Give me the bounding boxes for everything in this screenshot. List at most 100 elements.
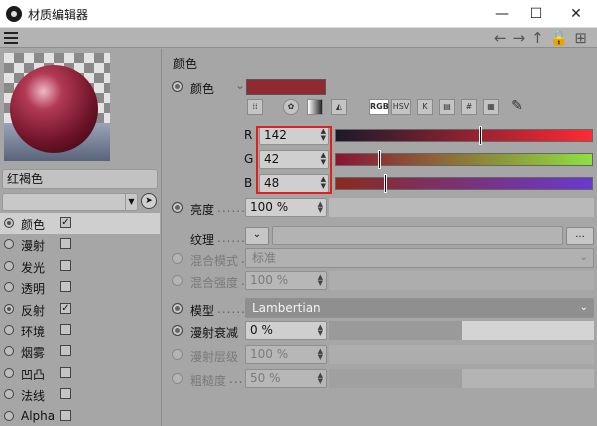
channel-item-fog[interactable]: 烟雾 bbox=[0, 341, 160, 362]
material-preview[interactable] bbox=[4, 53, 110, 161]
channel-item-normal[interactable]: 法线 bbox=[0, 384, 160, 405]
color-row: 颜色 ⌄ bbox=[163, 76, 597, 98]
animate-dot[interactable] bbox=[172, 325, 183, 336]
diffuse-level-field[interactable]: 100 % ▲ ▼ bbox=[245, 345, 327, 364]
channel-item-alpha[interactable]: Alpha bbox=[0, 406, 160, 426]
channel-checkbox[interactable] bbox=[60, 238, 71, 250]
model-dropdown[interactable]: Lambertian ⌄ bbox=[245, 298, 594, 318]
spin-arrows-icon[interactable]: ▲ ▼ bbox=[318, 324, 323, 337]
channel-label: 漫射 bbox=[21, 239, 46, 254]
radio-dot bbox=[4, 260, 14, 271]
radio-dot bbox=[4, 303, 14, 314]
animate-dot[interactable] bbox=[172, 202, 183, 213]
menu-icon[interactable] bbox=[4, 32, 18, 44]
color-swatch[interactable] bbox=[246, 79, 326, 95]
navigation-icons[interactable]: ←→↑🔒⊞ bbox=[494, 29, 593, 47]
radio-dot bbox=[4, 324, 14, 335]
g-label: G bbox=[244, 152, 254, 166]
close-button[interactable]: ✕ bbox=[566, 4, 586, 24]
roughness-slider[interactable] bbox=[329, 369, 594, 388]
channel-list: 颜色 ✓ 漫射 发光 透明 反射 ✓ 环境 烟雾 凹凸 法线 Alpha bbox=[0, 213, 160, 426]
radio-dot bbox=[4, 367, 14, 378]
texture-menu-button[interactable]: ⌄ bbox=[245, 227, 269, 245]
channel-checkbox[interactable]: ✓ bbox=[60, 302, 71, 314]
blend-mode-dropdown[interactable]: 标准 ⌄ bbox=[245, 248, 594, 268]
gradient-tool-icon[interactable] bbox=[307, 99, 323, 115]
channel-checkbox[interactable] bbox=[60, 366, 71, 378]
channel-label: 反射 bbox=[21, 303, 46, 318]
animate-dot bbox=[172, 253, 183, 264]
eyedropper-icon[interactable]: ✎ bbox=[509, 99, 525, 115]
chevron-down-icon: ▼ bbox=[125, 194, 137, 210]
channel-checkbox[interactable] bbox=[60, 281, 71, 293]
channel-item-reflectance[interactable]: 反射 ✓ bbox=[0, 299, 160, 320]
title-bar: 材质编辑器 — ☐ ✕ bbox=[0, 0, 597, 28]
r-slider[interactable] bbox=[335, 126, 593, 145]
blend-strength-field[interactable]: 100 % ▲ ▼ bbox=[245, 271, 327, 290]
swatches-mode-icon[interactable]: ▦ bbox=[483, 99, 499, 115]
color-wheel-icon[interactable]: ✿ bbox=[283, 99, 299, 115]
material-name-field[interactable]: 红褐色 bbox=[2, 169, 158, 189]
brightness-slider[interactable] bbox=[329, 198, 594, 217]
diffuse-falloff-label: 漫射衰减 bbox=[190, 326, 239, 340]
diffuse-falloff-slider[interactable] bbox=[329, 321, 594, 340]
r-slider-knob[interactable] bbox=[479, 126, 482, 145]
slider-negative-range bbox=[329, 321, 462, 340]
channel-checkbox[interactable] bbox=[60, 409, 71, 421]
b-slider[interactable] bbox=[335, 174, 593, 193]
preview-dropdown[interactable]: ▼ bbox=[2, 193, 138, 211]
hsv-mode-button[interactable]: HSV bbox=[391, 99, 411, 115]
diffuse-falloff-field[interactable]: 0 % ▲ ▼ bbox=[245, 321, 327, 340]
channel-checkbox[interactable] bbox=[60, 259, 71, 271]
channel-item-luminance[interactable]: 发光 bbox=[0, 256, 160, 277]
channel-checkbox[interactable]: ✓ bbox=[60, 217, 71, 228]
image-tool-icon[interactable]: ◭ bbox=[331, 99, 347, 115]
radio-dot bbox=[4, 239, 14, 250]
kelvin-mode-icon[interactable]: K bbox=[417, 99, 433, 115]
radio-dot bbox=[4, 218, 14, 228]
channel-item-bump[interactable]: 凹凸 bbox=[0, 363, 160, 384]
diffuse-level-slider[interactable] bbox=[329, 345, 594, 364]
spin-arrows-icon[interactable]: ▲ ▼ bbox=[318, 201, 323, 214]
animate-dot bbox=[172, 349, 183, 360]
channel-checkbox[interactable] bbox=[60, 388, 71, 400]
g-slider[interactable] bbox=[335, 150, 593, 169]
cinema4d-app-icon bbox=[6, 6, 22, 22]
editor-toolbar: ←→↑🔒⊞ bbox=[0, 28, 597, 48]
spin-arrows-icon: ▲ ▼ bbox=[317, 273, 323, 287]
radio-dot bbox=[4, 410, 14, 421]
channel-label: Alpha bbox=[21, 408, 56, 423]
spin-arrows-icon: ▲ ▼ bbox=[317, 347, 323, 361]
model-value: Lambertian bbox=[252, 301, 321, 315]
channel-checkbox[interactable] bbox=[60, 345, 71, 357]
label-dots: ... bbox=[229, 372, 244, 386]
section-title: 颜色 bbox=[173, 57, 198, 71]
channel-item-environment[interactable]: 环境 bbox=[0, 320, 160, 341]
spectrum-tool-icon[interactable]: ⁞⁞ bbox=[247, 99, 263, 115]
channel-checkbox[interactable] bbox=[60, 323, 71, 335]
maximize-button[interactable]: ☐ bbox=[526, 4, 546, 24]
mixer-mode-icon[interactable]: ▤ bbox=[439, 99, 455, 115]
expand-arrow-icon[interactable]: ⌄ bbox=[235, 78, 246, 92]
roughness-field[interactable]: 50 % ▲ ▼ bbox=[245, 369, 327, 388]
g-slider-knob[interactable] bbox=[378, 150, 381, 169]
roughness-label: 粗糙度 bbox=[190, 374, 227, 388]
animate-dot[interactable] bbox=[172, 303, 183, 314]
channel-item-color[interactable]: 颜色 ✓ bbox=[0, 213, 160, 235]
minimize-button[interactable]: — bbox=[492, 4, 512, 24]
b-slider-knob[interactable] bbox=[384, 174, 387, 193]
channel-item-transparency[interactable]: 透明 bbox=[0, 277, 160, 298]
animate-dot[interactable] bbox=[172, 81, 183, 92]
hex-mode-icon[interactable]: # bbox=[461, 99, 477, 115]
target-icon[interactable]: ➤ bbox=[141, 193, 157, 209]
brightness-field[interactable]: 100 % ▲ ▼ bbox=[245, 198, 327, 217]
channel-item-diffuse[interactable]: 漫射 bbox=[0, 234, 160, 255]
texture-slot[interactable] bbox=[272, 226, 563, 245]
rgb-mode-button[interactable]: RGB bbox=[369, 99, 389, 115]
channel-label: 颜色 bbox=[21, 218, 46, 232]
blend-strength-slider[interactable] bbox=[329, 271, 594, 290]
texture-browse-button[interactable]: ... bbox=[566, 227, 594, 245]
b-label: B bbox=[244, 176, 253, 190]
roughness-value: 50 % bbox=[250, 371, 281, 385]
label-dots: ...... bbox=[217, 201, 246, 215]
